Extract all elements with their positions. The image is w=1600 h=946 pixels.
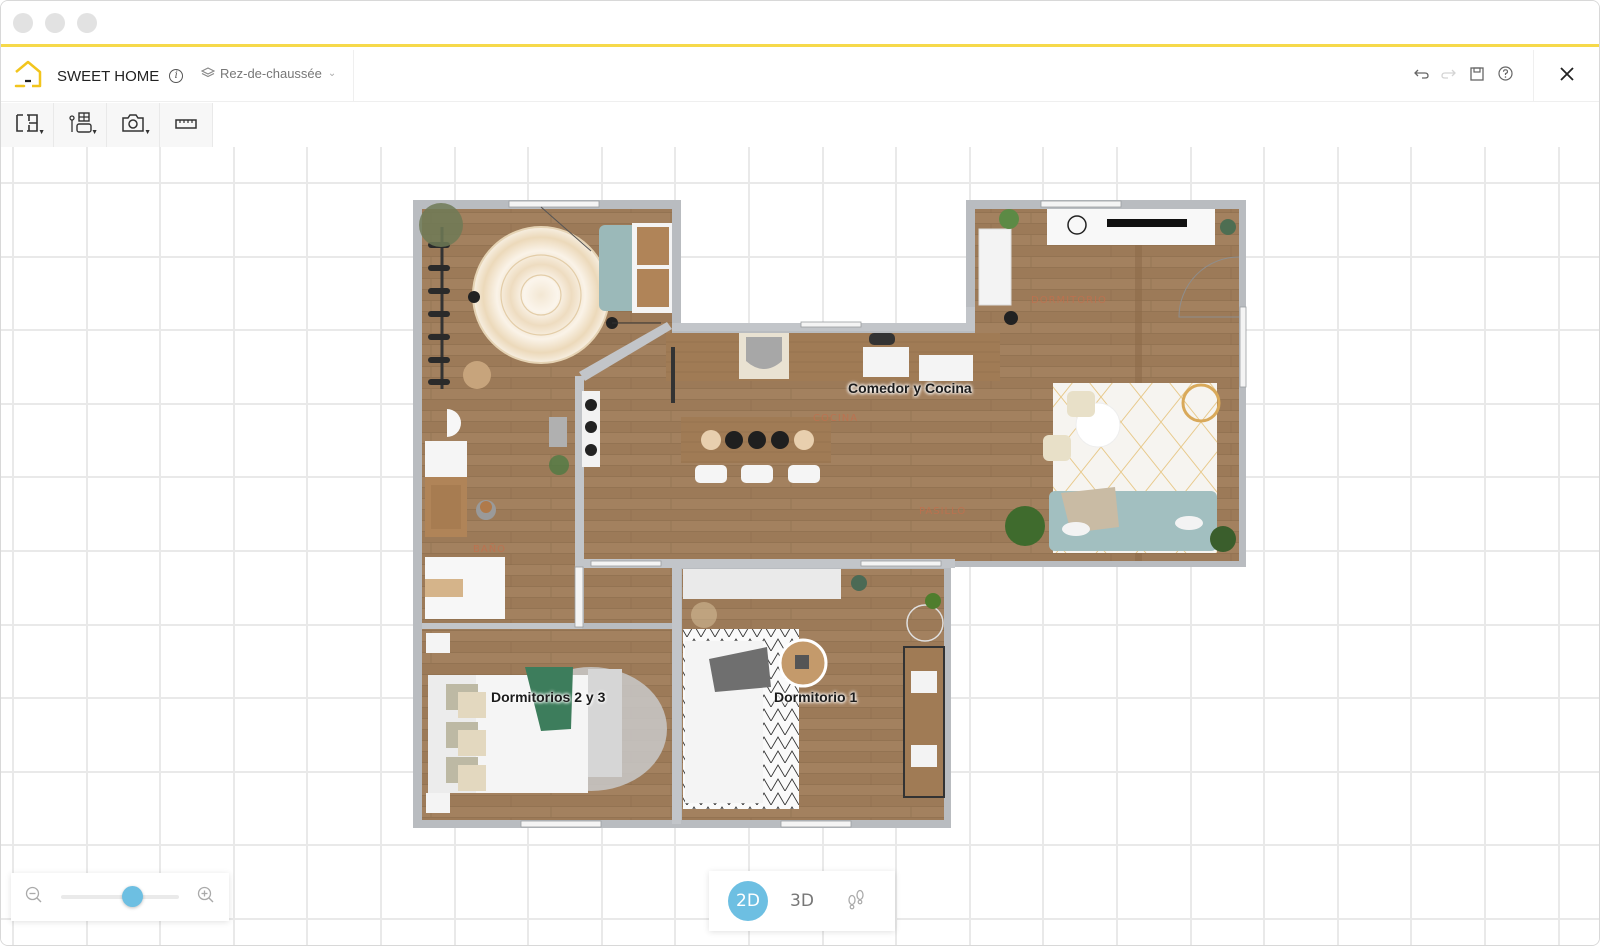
dropdown-caret-icon: ▼ bbox=[38, 129, 45, 136]
app-header: SWEET HOME i Rez-de-chaussée ⌄ bbox=[1, 50, 1599, 102]
zoom-in-icon[interactable] bbox=[197, 886, 215, 909]
zoom-slider-thumb[interactable] bbox=[121, 886, 143, 907]
window-maximize-dot[interactable] bbox=[77, 13, 97, 33]
floorplan-icon bbox=[15, 113, 39, 138]
view-2d-button[interactable]: 2D bbox=[728, 881, 768, 921]
room-tag-dormitorio: DORMITORIO bbox=[1031, 295, 1107, 306]
measure-tool-button[interactable] bbox=[160, 103, 213, 147]
furniture-tool-button[interactable]: ▼ bbox=[54, 103, 107, 147]
window-minimize-dot[interactable] bbox=[45, 13, 65, 33]
save-icon bbox=[1470, 66, 1484, 86]
room-tag-cocina: COCINA bbox=[813, 413, 858, 424]
room-tag-pasillo: PASILLO bbox=[919, 506, 966, 517]
zoom-control bbox=[11, 873, 229, 921]
furniture-icon bbox=[68, 111, 92, 139]
view-3d-button[interactable]: 3D bbox=[782, 881, 822, 921]
redo-button[interactable] bbox=[1435, 62, 1463, 90]
window-close-dot[interactable] bbox=[13, 13, 33, 33]
camera-icon bbox=[121, 113, 145, 138]
level-select[interactable]: Rez-de-chaussée ⌄ bbox=[200, 66, 337, 81]
app-name: SWEET HOME bbox=[57, 67, 160, 85]
level-select-value: Rez-de-chaussée bbox=[220, 66, 322, 81]
help-icon bbox=[1497, 66, 1513, 86]
zoom-out-icon[interactable] bbox=[25, 886, 43, 909]
dropdown-caret-icon: ▼ bbox=[91, 129, 98, 136]
title-bar bbox=[1, 1, 1599, 47]
plan-canvas[interactable]: DORMITORIO COCINA PASILLO BAÑO Comedor y… bbox=[1, 147, 1600, 946]
header-divider bbox=[353, 50, 354, 102]
redo-icon bbox=[1441, 67, 1457, 85]
tool-bar: ▼ ▼ ▼ bbox=[1, 103, 213, 147]
room-label-dormitorio-1[interactable]: Dormitorio 1 bbox=[774, 689, 857, 705]
floor-plan[interactable]: DORMITORIO COCINA PASILLO BAÑO bbox=[1, 147, 1600, 946]
construction-tool-button[interactable]: ▼ bbox=[1, 103, 54, 147]
info-icon[interactable]: i bbox=[169, 69, 184, 83]
home-logo-icon bbox=[13, 60, 43, 93]
close-icon bbox=[1559, 66, 1575, 87]
ruler-icon bbox=[175, 116, 197, 134]
app-window: SWEET HOME i Rez-de-chaussée ⌄ ▼ ▼ ▼ DOR… bbox=[0, 0, 1600, 946]
view-mode-switcher: 2D 3D bbox=[709, 871, 895, 931]
undo-button[interactable] bbox=[1407, 62, 1435, 90]
zoom-slider[interactable] bbox=[61, 886, 179, 907]
header-actions bbox=[1407, 50, 1599, 102]
brand: SWEET HOME i bbox=[13, 60, 184, 93]
room-tag-bano: BAÑO bbox=[473, 542, 506, 555]
dropdown-caret-icon: ▼ bbox=[144, 129, 151, 136]
camera-tool-button[interactable]: ▼ bbox=[107, 103, 160, 147]
layers-icon bbox=[200, 66, 216, 81]
close-button[interactable] bbox=[1533, 50, 1599, 102]
save-button[interactable] bbox=[1463, 62, 1491, 90]
footsteps-icon bbox=[845, 888, 867, 915]
chevron-down-icon: ⌄ bbox=[327, 68, 337, 79]
undo-icon bbox=[1413, 67, 1429, 85]
room-label-dormitorios-2-3[interactable]: Dormitorios 2 y 3 bbox=[491, 689, 605, 705]
walk-mode-button[interactable] bbox=[836, 881, 876, 921]
room-label-comedor-cocina[interactable]: Comedor y Cocina bbox=[848, 380, 972, 396]
help-button[interactable] bbox=[1491, 62, 1519, 90]
